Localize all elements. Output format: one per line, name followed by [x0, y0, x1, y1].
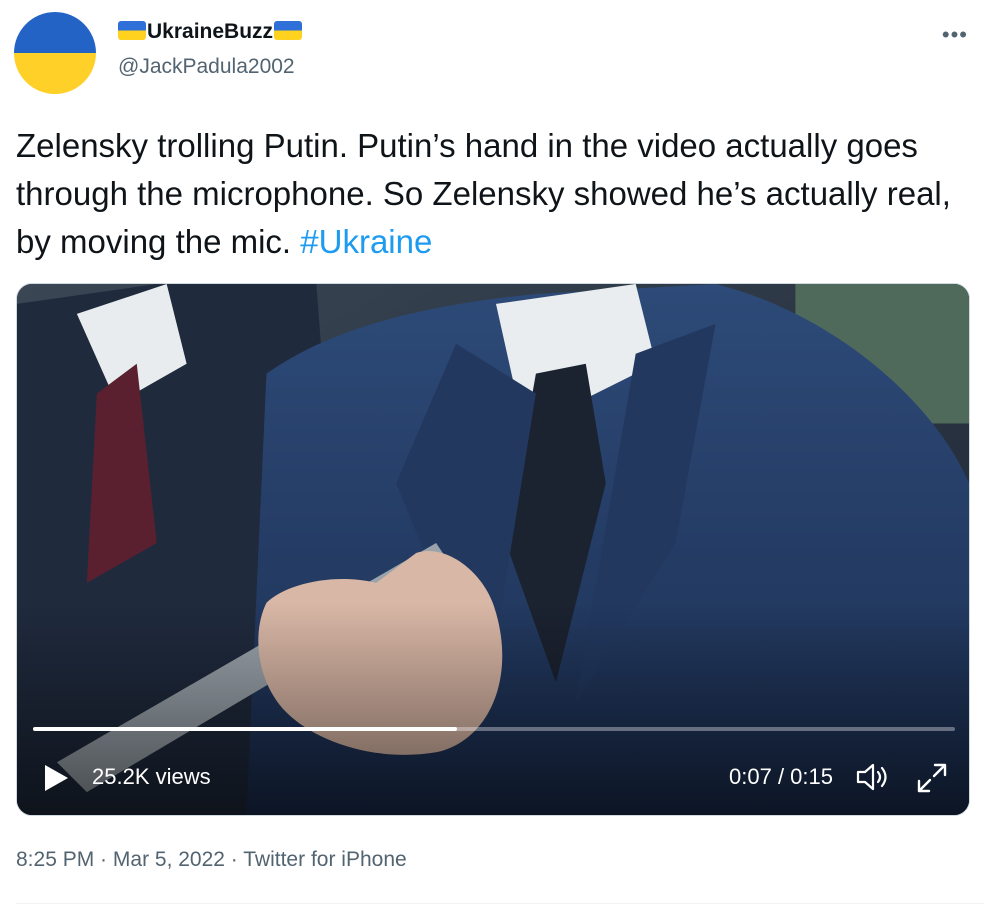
meta-separator: · [94, 848, 113, 871]
volume-button[interactable] [855, 761, 891, 798]
ukraine-flag-icon [118, 21, 146, 40]
progress-fill [33, 727, 458, 731]
fullscreen-button[interactable] [915, 761, 949, 800]
display-name-text: UkraineBuzz [147, 20, 274, 43]
ukraine-flag-icon [274, 21, 303, 40]
tweet-source[interactable]: Twitter for iPhone [243, 848, 406, 871]
tweet-date[interactable]: Mar 5, 2022 [113, 848, 225, 871]
play-button[interactable] [43, 764, 69, 797]
avatar[interactable] [14, 12, 96, 94]
video-controls: 25.2K views 0:07 / 0:15 [17, 752, 969, 802]
progress-bar[interactable] [33, 727, 955, 731]
play-icon [45, 765, 68, 791]
tweet-body: Zelensky trolling Putin. Putin’s hand in… [16, 127, 951, 260]
video-frame [17, 284, 969, 815]
expand-icon [917, 763, 947, 793]
meta-separator: · [224, 848, 244, 871]
display-name[interactable]: UkraineBuzz [118, 20, 303, 44]
video-player[interactable]: 25.2K views 0:07 / 0:15 [16, 283, 970, 816]
divider [16, 903, 984, 904]
view-count: 25.2K views [92, 764, 211, 789]
user-handle[interactable]: @JackPadula2002 [118, 55, 295, 79]
more-options-button[interactable]: ••• [942, 22, 968, 48]
playback-time: 0:07 / 0:15 [729, 764, 833, 789]
hashtag-link[interactable]: #Ukraine [300, 223, 432, 260]
tweet-meta: 8:25 PM · Mar 5, 2022 · Twitter for iPho… [16, 848, 407, 872]
volume-icon [856, 763, 887, 791]
tweet-time[interactable]: 8:25 PM [16, 848, 94, 871]
tweet-text: Zelensky trolling Putin. Putin’s hand in… [16, 122, 986, 266]
